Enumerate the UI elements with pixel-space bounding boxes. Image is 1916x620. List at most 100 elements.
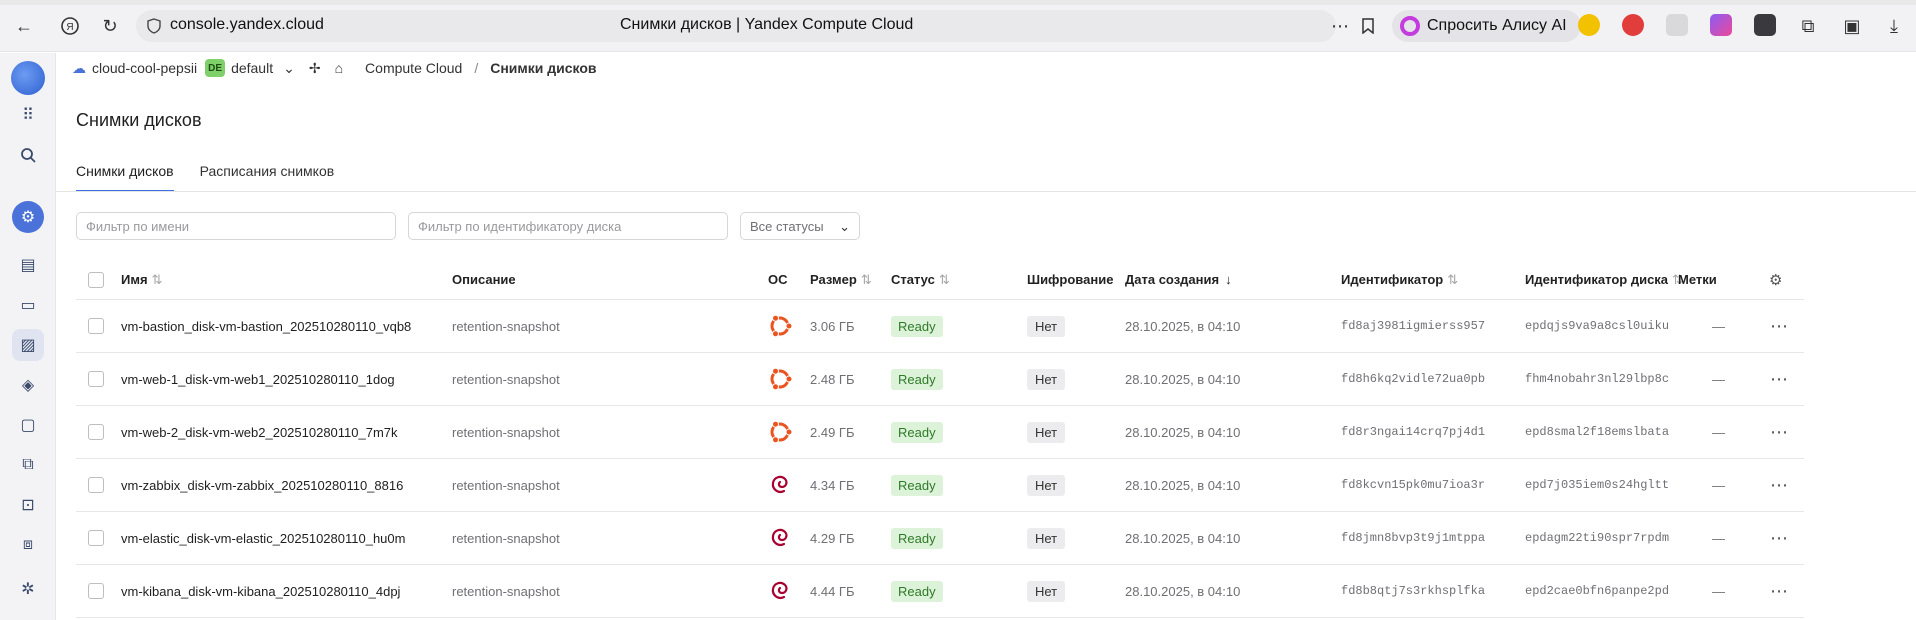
- col-disk-id[interactable]: Идентификатор диска ⇅: [1525, 260, 1683, 299]
- row-checkbox[interactable]: [88, 583, 104, 599]
- settings-icon[interactable]: ✲: [12, 573, 44, 605]
- encryption-badge: Нет: [1027, 527, 1066, 549]
- encryption-badge: Нет: [1027, 421, 1066, 443]
- row-actions-menu-icon[interactable]: ⋯: [1770, 565, 1789, 617]
- bookmark-icon[interactable]: [1356, 14, 1380, 38]
- home-icon[interactable]: ⌂: [335, 60, 343, 76]
- labels-value: —: [1712, 371, 1725, 387]
- disk-id[interactable]: epd7j035iem0s24hgltt: [1525, 459, 1669, 511]
- disk-id[interactable]: epdagm22ti90spr7rpdm: [1525, 512, 1669, 564]
- col-created[interactable]: Дата создания ↓: [1125, 260, 1232, 299]
- col-id[interactable]: Идентификатор ⇅: [1341, 260, 1458, 299]
- snapshot-name-link[interactable]: vm-web-1_disk-vm-web1_202510280110_1dog: [121, 353, 395, 405]
- file-storage-icon[interactable]: ▢: [12, 409, 44, 441]
- disk-id[interactable]: epd2cae0bfn6panpe2pd: [1525, 565, 1669, 617]
- snapshot-name-link[interactable]: vm-elastic_disk-vm-elastic_202510280110_…: [121, 512, 405, 564]
- table-row[interactable]: vm-web-2_disk-vm-web2_202510280110_7m7k r…: [76, 406, 1804, 459]
- tab-snapshot-schedules[interactable]: Расписания снимков: [200, 158, 335, 192]
- url-text[interactable]: console.yandex.cloud: [170, 16, 324, 34]
- snapshot-name-link[interactable]: vm-zabbix_disk-vm-zabbix_202510280110_88…: [121, 459, 403, 511]
- row-actions-menu-icon[interactable]: ⋯: [1770, 512, 1789, 564]
- snapshot-description: retention-snapshot: [452, 530, 560, 546]
- yandex-cloud-logo-icon[interactable]: [11, 61, 45, 95]
- extension-weather-icon[interactable]: [1666, 14, 1688, 36]
- extensions-puzzle-icon[interactable]: ⧉: [1796, 14, 1820, 38]
- snapshot-name-link[interactable]: vm-bastion_disk-vm-bastion_202510280110_…: [121, 300, 411, 352]
- table-row[interactable]: vm-zabbix_disk-vm-zabbix_202510280110_88…: [76, 459, 1804, 512]
- network-icon[interactable]: ✢: [309, 60, 321, 77]
- site-security-icon[interactable]: [142, 14, 166, 38]
- snapshots-icon[interactable]: ▨: [12, 329, 44, 361]
- status-select[interactable]: Все статусы ⌄: [740, 212, 860, 240]
- breadcrumb-service[interactable]: Compute Cloud: [365, 60, 462, 76]
- breadcrumb-current: Снимки дисков: [490, 60, 597, 76]
- extension-adblock-icon[interactable]: [1622, 14, 1644, 36]
- col-status[interactable]: Статус ⇅: [891, 260, 950, 299]
- ask-alice-button[interactable]: Спросить Алису AI: [1392, 10, 1581, 42]
- sort-desc-icon: ↓: [1225, 272, 1232, 287]
- more-dots-icon[interactable]: ⋯: [1328, 14, 1352, 38]
- downloads-icon[interactable]: ⤓: [1882, 14, 1906, 38]
- row-checkbox[interactable]: [88, 371, 104, 387]
- snapshot-id[interactable]: fd8kcvn15pk0mu7ioa3r: [1341, 459, 1485, 511]
- row-checkbox[interactable]: [88, 424, 104, 440]
- extension-pen-icon[interactable]: [1710, 14, 1732, 36]
- col-size-label: Размер: [810, 272, 857, 287]
- labels-value: —: [1712, 318, 1725, 334]
- tab-snapshots[interactable]: Снимки дисков: [76, 158, 174, 192]
- chevron-down-icon[interactable]: ⌄: [283, 60, 295, 77]
- row-checkbox[interactable]: [88, 530, 104, 546]
- row-actions-menu-icon[interactable]: ⋯: [1770, 353, 1789, 405]
- snapshot-id[interactable]: fd8r3ngai14crq7pj4d1: [1341, 406, 1485, 458]
- row-checkbox[interactable]: [88, 318, 104, 334]
- collections-icon[interactable]: ▣: [1840, 14, 1864, 38]
- snapshot-name-link[interactable]: vm-web-2_disk-vm-web2_202510280110_7m7k: [121, 406, 398, 458]
- yandex-browser-icon[interactable]: Я: [58, 14, 82, 38]
- status-badge: Ready: [891, 421, 943, 443]
- disk-id-filter-input[interactable]: Фильтр по идентификатору диска: [408, 212, 728, 240]
- disk-id[interactable]: epd8smal2f18emslbata: [1525, 406, 1669, 458]
- extension-shield-icon[interactable]: [1578, 14, 1600, 36]
- row-actions-menu-icon[interactable]: ⋯: [1770, 300, 1789, 352]
- breadcrumb-cloud[interactable]: cloud-cool-pepsii: [92, 60, 197, 76]
- col-disk-id-label: Идентификатор диска: [1525, 272, 1669, 287]
- images-icon[interactable]: ◈: [12, 369, 44, 401]
- col-id-label: Идентификатор: [1341, 272, 1444, 287]
- snapshot-id[interactable]: fd8aj3981igmierss957: [1341, 300, 1485, 352]
- instance-groups-icon[interactable]: ⧉: [12, 449, 44, 481]
- placement-groups-icon[interactable]: ⊡: [12, 489, 44, 521]
- vm-list-icon[interactable]: ▤: [12, 249, 44, 281]
- snapshot-name-link[interactable]: vm-kibana_disk-vm-kibana_202510280110_4d…: [121, 565, 400, 617]
- services-grid-icon[interactable]: ⠿: [12, 99, 44, 131]
- snapshot-description: retention-snapshot: [452, 477, 560, 493]
- snapshot-id[interactable]: fd8h6kq2vidle72ua0pb: [1341, 353, 1485, 405]
- disks-icon[interactable]: ▭: [12, 289, 44, 321]
- row-actions-menu-icon[interactable]: ⋯: [1770, 406, 1789, 458]
- extension-pin-icon[interactable]: [1754, 14, 1776, 36]
- window-edge: [0, 0, 1916, 5]
- table-row[interactable]: vm-bastion_disk-vm-bastion_202510280110_…: [76, 300, 1804, 353]
- table-row[interactable]: vm-web-1_disk-vm-web1_202510280110_1dog r…: [76, 353, 1804, 406]
- col-labels: Метки: [1678, 272, 1717, 287]
- row-actions-menu-icon[interactable]: ⋯: [1770, 459, 1789, 511]
- select-all-checkbox[interactable]: [88, 271, 104, 288]
- disk-id[interactable]: epdqjs9va9a8csl0uiku: [1525, 300, 1669, 352]
- back-icon[interactable]: ←: [12, 14, 36, 38]
- table-row[interactable]: vm-elastic_disk-vm-elastic_202510280110_…: [76, 512, 1804, 565]
- col-size[interactable]: Размер ⇅: [810, 260, 872, 299]
- search-icon[interactable]: [12, 139, 44, 171]
- table-settings-gear-icon[interactable]: ⚙: [1769, 260, 1782, 299]
- disk-id[interactable]: fhm4nobahr3nl29lbp8c: [1525, 353, 1669, 405]
- gpu-clusters-icon[interactable]: ⧈: [12, 529, 44, 561]
- snapshot-id[interactable]: fd8b8qtj7s3rkhsplfka: [1341, 565, 1485, 617]
- row-checkbox[interactable]: [88, 477, 104, 493]
- compute-cloud-service-icon[interactable]: ⚙: [12, 201, 44, 233]
- snapshot-id[interactable]: fd8jmn8bvp3t9j1mtppa: [1341, 512, 1485, 564]
- snapshot-size: 3.06 ГБ: [810, 318, 855, 334]
- reload-icon[interactable]: ↻: [98, 14, 122, 38]
- breadcrumb-folder[interactable]: default: [231, 60, 273, 76]
- name-filter-input[interactable]: Фильтр по имени: [76, 212, 396, 240]
- tab-divider: [56, 191, 1916, 192]
- table-row[interactable]: vm-kibana_disk-vm-kibana_202510280110_4d…: [76, 565, 1804, 618]
- col-name[interactable]: Имя ⇅: [121, 260, 162, 299]
